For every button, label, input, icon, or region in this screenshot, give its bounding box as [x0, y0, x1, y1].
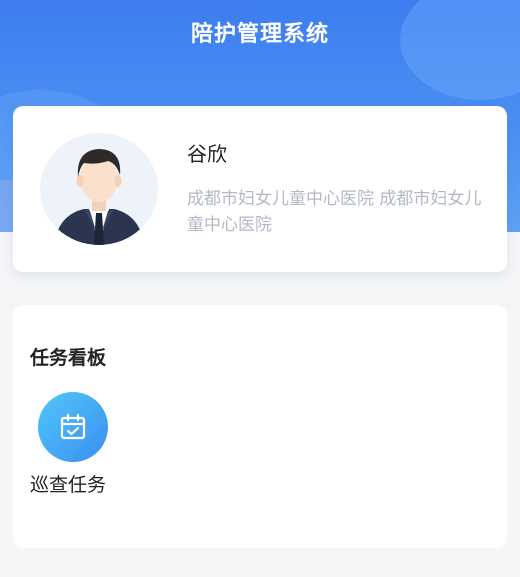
- user-name: 谷欣: [187, 142, 227, 166]
- hospital-name: 成都市妇女儿童中心医院 成都市妇女儿童中心医院: [187, 189, 482, 235]
- calendar-check-icon: [60, 413, 86, 440]
- patrol-task-button[interactable]: [38, 392, 108, 462]
- section-title: 任务看板: [30, 347, 107, 369]
- task-board-card: 任务看板 巡查任务: [13, 305, 507, 548]
- avatar[interactable]: [40, 133, 158, 245]
- profile-card[interactable]: 谷欣 成都市妇女儿童中心医院 成都市妇女儿童中心医院: [13, 106, 507, 272]
- avatar-person-icon: [54, 149, 144, 245]
- decorative-blob: [400, 0, 520, 100]
- page-title: 陪护管理系统: [190, 22, 329, 47]
- patrol-task-label[interactable]: 巡查任务: [30, 470, 106, 497]
